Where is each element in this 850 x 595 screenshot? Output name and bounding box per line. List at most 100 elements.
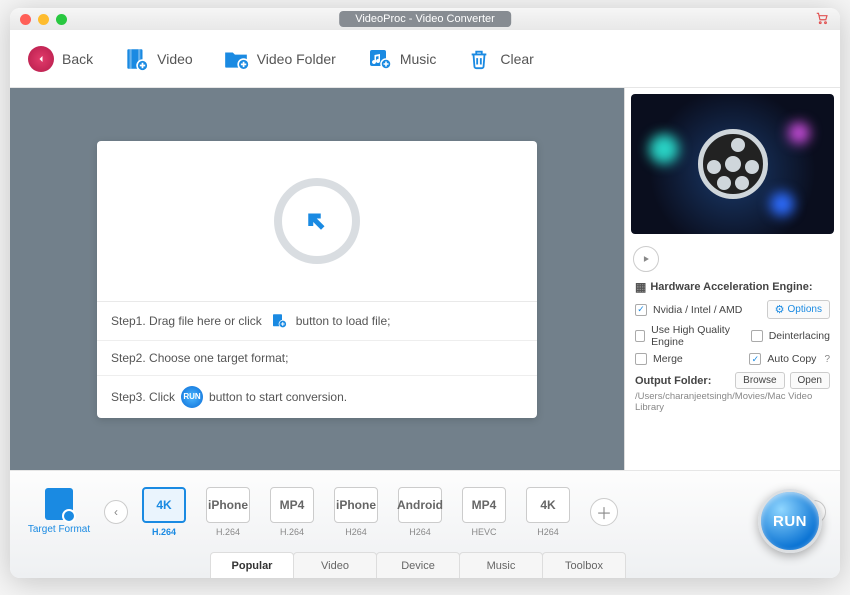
step2-text: Step2. Choose one target format; (111, 351, 288, 365)
window-controls (20, 14, 67, 25)
preset-codec: H.264 (152, 527, 176, 537)
preset-badge: MP4 (462, 487, 506, 523)
step3-text-a: Step3. Click (111, 390, 175, 404)
open-folder-button[interactable]: Open (790, 372, 830, 389)
preset-6[interactable]: 4K H264 (522, 487, 574, 537)
content-area: Step1. Drag file here or click button to… (10, 88, 840, 470)
preset-3[interactable]: iPhoneH264 (330, 487, 382, 537)
hw-options-button[interactable]: ⚙ Options (767, 300, 830, 319)
preview-play-button[interactable] (633, 246, 659, 272)
add-video-button[interactable]: Video (123, 46, 193, 72)
instruction-card: Step1. Drag file here or click button to… (97, 141, 537, 418)
autocopy-label: Auto Copy (767, 353, 816, 365)
merge-label: Merge (653, 353, 683, 365)
preset-5[interactable]: MP4 HEVC (458, 487, 510, 537)
gear-icon: ⚙ (775, 303, 785, 316)
add-video-folder-label: Video Folder (257, 51, 336, 67)
deinterlacing-label: Deinterlacing (769, 330, 830, 342)
step1-text-b: button to load file; (296, 314, 391, 328)
target-format-label: Target Format (28, 524, 90, 535)
tab-toolbox[interactable]: Toolbox (542, 552, 626, 578)
preset-codec: H.264 (216, 527, 240, 537)
preset-badge: iPhone (334, 487, 378, 523)
preview-pane (631, 94, 834, 234)
output-folder-path: /Users/charanjeetsingh/Movies/Mac Video … (635, 391, 830, 413)
merge-checkbox[interactable] (635, 353, 647, 365)
preset-badge: 4K (526, 487, 570, 523)
hw-accel-checkbox[interactable] (635, 304, 647, 316)
add-video-folder-button[interactable]: Video Folder (223, 46, 336, 72)
run-mini-icon: RUN (181, 386, 203, 408)
shopping-cart-icon[interactable] (814, 11, 830, 28)
clear-button[interactable]: Clear (466, 46, 533, 72)
step3-text-b: button to start conversion. (209, 390, 347, 404)
hw-options-label: Options (788, 304, 822, 315)
main-toolbar: Back Video Video Folder Music Clear (10, 30, 840, 88)
tab-popular[interactable]: Popular (210, 552, 294, 578)
run-button[interactable]: RUN (758, 489, 822, 553)
hw-accel-heading: ▦ Hardware Acceleration Engine: (635, 280, 830, 294)
help-icon[interactable]: ? (824, 354, 830, 365)
video-file-icon (123, 46, 149, 72)
settings-panel: ▦ Hardware Acceleration Engine: Nvidia /… (625, 272, 840, 421)
trash-icon (466, 46, 492, 72)
browse-button[interactable]: Browse (735, 372, 784, 389)
output-folder-row: Output Folder: Browse Open (635, 372, 830, 389)
add-video-label: Video (157, 51, 193, 67)
output-folder-label: Output Folder: (635, 375, 711, 387)
film-reel-icon (698, 129, 768, 199)
preset-0[interactable]: 4KH.264 (138, 487, 190, 537)
step1-text-a: Step1. Drag file here or click (111, 314, 262, 328)
preset-codec: H264 (537, 527, 559, 537)
run-label: RUN (773, 513, 807, 530)
preset-2[interactable]: MP4 H.264 (266, 487, 318, 537)
titlebar: VideoProc - Video Converter (10, 8, 840, 30)
preset-badge: Android (398, 487, 442, 523)
step-3: Step3. Click RUN button to start convers… (97, 375, 537, 418)
preset-codec: H264 (409, 527, 431, 537)
add-music-button[interactable]: Music (366, 46, 437, 72)
add-preset-button[interactable]: ＋ (590, 498, 618, 526)
close-window-button[interactable] (20, 14, 31, 25)
tab-video[interactable]: Video (293, 552, 377, 578)
preset-1[interactable]: iPhone H.264 (202, 487, 254, 537)
hw-accel-title: Hardware Acceleration Engine: (650, 281, 812, 293)
video-file-mini-icon (268, 312, 290, 330)
back-label: Back (62, 51, 93, 67)
add-music-label: Music (400, 51, 437, 67)
music-icon (366, 46, 392, 72)
tab-music[interactable]: Music (459, 552, 543, 578)
hq-engine-checkbox[interactable] (635, 330, 645, 342)
preset-badge: MP4 (270, 487, 314, 523)
autocopy-checkbox[interactable] (749, 353, 761, 365)
target-format-icon (45, 488, 73, 520)
side-panel: ▦ Hardware Acceleration Engine: Nvidia /… (624, 88, 840, 470)
preset-badge: iPhone (206, 487, 250, 523)
preset-4[interactable]: Android H264 (394, 487, 446, 537)
deinterlacing-checkbox[interactable] (751, 330, 763, 342)
minimize-window-button[interactable] (38, 14, 49, 25)
back-icon (28, 46, 54, 72)
steps-list: Step1. Drag file here or click button to… (97, 301, 537, 418)
scroll-presets-left-button[interactable]: ‹ (104, 500, 128, 524)
preset-codec: H.264 (280, 527, 304, 537)
preset-codec: HEVC (471, 527, 496, 537)
drop-ring-icon (274, 178, 360, 264)
hw-accel-label: Nvidia / Intel / AMD (653, 304, 742, 316)
drop-zone[interactable] (97, 141, 537, 301)
drop-stage: Step1. Drag file here or click button to… (10, 88, 624, 470)
hq-engine-label: Use High Quality Engine (651, 324, 745, 348)
back-button[interactable]: Back (28, 46, 93, 72)
clear-label: Clear (500, 51, 533, 67)
format-row: Target Format ‹ 4KH.264iPhoneH.264MP4H.2… (10, 471, 840, 552)
zoom-window-button[interactable] (56, 14, 67, 25)
app-window: VideoProc - Video Converter Back Video V… (10, 8, 840, 578)
arrow-up-left-icon (302, 206, 332, 236)
step-2: Step2. Choose one target format; (97, 340, 537, 375)
window-title: VideoProc - Video Converter (339, 11, 511, 27)
preset-list: 4KH.264iPhoneH.264MP4H.264iPhoneH264Andr… (138, 487, 574, 537)
tab-device[interactable]: Device (376, 552, 460, 578)
video-folder-icon (223, 46, 249, 72)
step-1: Step1. Drag file here or click button to… (97, 302, 537, 340)
target-format-section: Target Format (24, 488, 94, 535)
